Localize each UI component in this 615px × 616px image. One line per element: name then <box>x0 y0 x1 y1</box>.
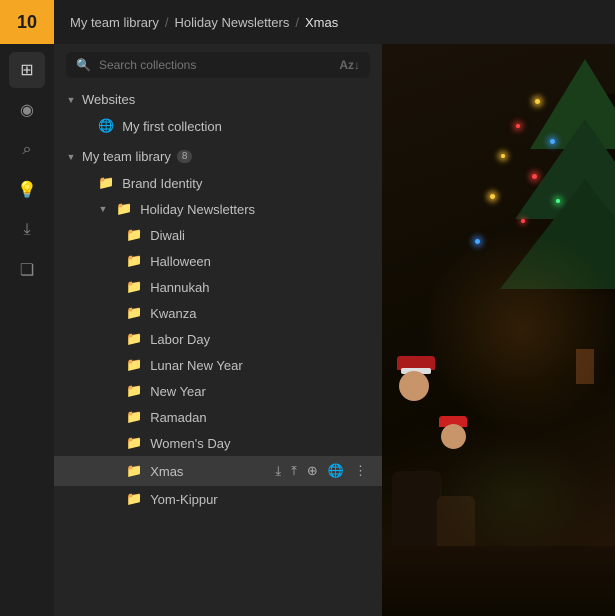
light-1 <box>535 99 540 104</box>
breadcrumb-sep-1: / <box>165 15 169 30</box>
main-layout: ⊞ ◉ ⌕ 💡 ⤓ ❏ 🔍 Az↓ ▼ Websites 🌐 My first <box>0 44 615 616</box>
breadcrumb-sep-2: / <box>295 15 299 30</box>
folder-icon-hannukah: 📁 <box>126 279 142 295</box>
sort-icon: Az↓ <box>339 58 360 72</box>
item-label-halloween: Halloween <box>150 254 370 269</box>
xmas-add-icon[interactable]: ⊕ <box>304 461 321 481</box>
breadcrumb: My team library / Holiday Newsletters / … <box>54 15 354 30</box>
tree-item-first-collection[interactable]: 🌐 My first collection <box>54 113 382 139</box>
breadcrumb-item-library[interactable]: My team library <box>70 15 159 30</box>
search-icon: 🔍 <box>76 58 91 72</box>
tree-item-hannukah[interactable]: 📁 Hannukah <box>54 274 382 300</box>
tree-item-ramadan[interactable]: 📁 Ramadan <box>54 404 382 430</box>
folder-icon-diwali: 📁 <box>126 227 142 243</box>
search-input[interactable] <box>99 58 331 72</box>
tree-item-labor-day[interactable]: 📁 Labor Day <box>54 326 382 352</box>
breadcrumb-item-newsletters[interactable]: Holiday Newsletters <box>174 15 289 30</box>
light-6 <box>556 199 560 203</box>
item-label-xmas: Xmas <box>150 464 264 479</box>
folder-icon-holiday: 📁 <box>116 201 132 217</box>
folder-icon-new-year: 📁 <box>126 383 142 399</box>
item-label-labor-day: Labor Day <box>150 332 370 347</box>
light-5 <box>532 174 537 179</box>
item-label-lunar-new-year: Lunar New Year <box>150 358 370 373</box>
globe-icon: 🌐 <box>98 118 114 134</box>
light-3 <box>550 139 555 144</box>
item-label-ramadan: Ramadan <box>150 410 370 425</box>
folder-icon-womens-day: 📁 <box>126 435 142 451</box>
sidebar-icon-brand[interactable]: ◉ <box>9 92 45 128</box>
item-label-first-collection: My first collection <box>122 119 370 134</box>
tree-item-xmas[interactable]: 📁 Xmas ⤓ ⤒ ⊕ 🌐 ⋮ <box>54 456 382 486</box>
light-4 <box>501 154 505 158</box>
tree-item-diwali[interactable]: 📁 Diwali <box>54 222 382 248</box>
folder-icon-yom-kippur: 📁 <box>126 491 142 507</box>
tree-item-lunar-new-year[interactable]: 📁 Lunar New Year <box>54 352 382 378</box>
light-2 <box>516 124 520 128</box>
folder-icon-kwanza: 📁 <box>126 305 142 321</box>
folder-icon-halloween: 📁 <box>126 253 142 269</box>
tree-item-brand-identity[interactable]: 📁 Brand Identity <box>54 170 382 196</box>
tree-item-new-year[interactable]: 📁 New Year <box>54 378 382 404</box>
item-label-yom-kippur: Yom-Kippur <box>150 492 370 507</box>
xmas-preview-image <box>382 44 615 616</box>
tree-item-yom-kippur[interactable]: 📁 Yom-Kippur <box>54 486 382 512</box>
folder-icon-lunar: 📁 <box>126 357 142 373</box>
section-label-team-library: My team library <box>82 149 171 164</box>
logo-area: 10 <box>0 0 54 44</box>
folder-icon-brand: 📁 <box>98 175 114 191</box>
section-header-websites[interactable]: ▼ Websites <box>54 86 382 113</box>
folder-icon-ramadan: 📁 <box>126 409 142 425</box>
xmas-more-icon[interactable]: ⋮ <box>351 461 370 481</box>
folder-icon-xmas: 📁 <box>126 463 142 479</box>
sidebar-icon-rail: ⊞ ◉ ⌕ 💡 ⤓ ❏ <box>0 44 54 616</box>
tree-item-holiday-newsletters[interactable]: ▼ 📁 Holiday Newsletters <box>54 196 382 222</box>
section-websites: ▼ Websites 🌐 My first collection <box>54 86 382 139</box>
xmas-row-actions: ⤓ ⤒ ⊕ 🌐 ⋮ <box>272 461 370 481</box>
light-8 <box>521 219 525 223</box>
item-label-kwanza: Kwanza <box>150 306 370 321</box>
section-header-team-library[interactable]: ▼ My team library 8 <box>54 143 382 170</box>
tree-item-halloween[interactable]: 📁 Halloween <box>54 248 382 274</box>
item-label-brand-identity: Brand Identity <box>122 176 370 191</box>
item-label-new-year: New Year <box>150 384 370 399</box>
search-bar: 🔍 Az↓ <box>66 52 370 78</box>
xmas-upload-icon[interactable]: ⤒ <box>288 461 300 481</box>
preview-panel <box>382 44 615 616</box>
item-label-hannukah: Hannukah <box>150 280 370 295</box>
sidebar-icon-ideas[interactable]: 💡 <box>9 172 45 208</box>
chevron-holiday: ▼ <box>98 204 108 214</box>
item-label-womens-day: Women's Day <box>150 436 370 451</box>
folder-icon-labor-day: 📁 <box>126 331 142 347</box>
xmas-globe-icon[interactable]: 🌐 <box>325 461 347 481</box>
light-7 <box>490 194 495 199</box>
item-label-diwali: Diwali <box>150 228 370 243</box>
team-library-badge: 8 <box>177 150 193 163</box>
floor <box>382 546 615 616</box>
tree: ▼ Websites 🌐 My first collection ▼ My te… <box>54 86 382 616</box>
xmas-download-icon[interactable]: ⤓ <box>272 461 284 481</box>
header: 10 My team library / Holiday Newsletters… <box>0 0 615 44</box>
logo-icon: 10 <box>17 12 37 33</box>
section-team-library: ▼ My team library 8 📁 Brand Identity ▼ 📁… <box>54 143 382 512</box>
chevron-team-library: ▼ <box>66 152 76 162</box>
sidebar-icon-collections[interactable]: ⊞ <box>9 52 45 88</box>
sidebar-icon-download[interactable]: ⤓ <box>9 212 45 248</box>
sidebar-icon-search[interactable]: ⌕ <box>9 132 45 168</box>
item-label-holiday-newsletters: Holiday Newsletters <box>140 202 370 217</box>
sidebar-icon-layers[interactable]: ❏ <box>9 252 45 288</box>
light-9 <box>475 239 480 244</box>
breadcrumb-item-xmas: Xmas <box>305 15 338 30</box>
tree-panel: 🔍 Az↓ ▼ Websites 🌐 My first collection <box>54 44 382 616</box>
tree-item-kwanza[interactable]: 📁 Kwanza <box>54 300 382 326</box>
section-label-websites: Websites <box>82 92 135 107</box>
tree-item-womens-day[interactable]: 📁 Women's Day <box>54 430 382 456</box>
chevron-websites: ▼ <box>66 95 76 105</box>
